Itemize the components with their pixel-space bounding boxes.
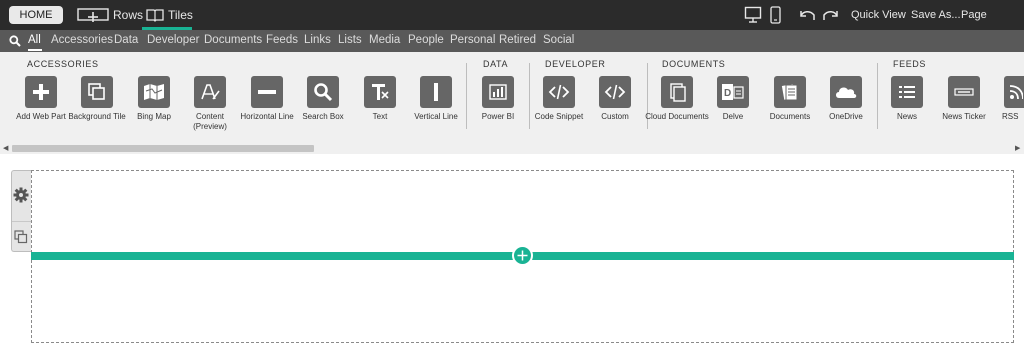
category-lists[interactable]: Lists: [338, 30, 362, 52]
page-settings-button[interactable]: Page Settings: [961, 0, 1024, 51]
tile-cloud-documents[interactable]: [661, 76, 693, 108]
tile-news-ticker[interactable]: [948, 76, 980, 108]
plus-icon: [517, 250, 528, 261]
group-title-accessories: ACCESSORIES: [27, 59, 99, 69]
tile-power-bi[interactable]: [482, 76, 514, 108]
category-bar: All Accessories Data Developer Documents…: [0, 30, 1024, 52]
tiles-mode-button[interactable]: Tiles: [146, 0, 193, 30]
tile-label-search-box: Search Box: [302, 112, 344, 121]
cloud-documents-icon: [670, 83, 686, 102]
tile-news[interactable]: [891, 76, 923, 108]
row-tools-divider: [12, 221, 31, 222]
cloud-icon: [836, 87, 857, 98]
tile-label-vertical-line: Vertical Line: [414, 112, 458, 121]
tile-code-snippet[interactable]: [543, 76, 575, 108]
tile-label-power-bi: Power BI: [481, 112, 515, 121]
news-ticker-icon: [954, 88, 974, 96]
tile-search-box[interactable]: [307, 76, 339, 108]
gear-icon[interactable]: [13, 187, 29, 203]
text-format-icon: [372, 84, 389, 100]
tile-bing-map[interactable]: [138, 76, 170, 108]
scroll-left-arrow-icon[interactable]: ◀: [3, 144, 8, 152]
active-category-indicator: [28, 49, 42, 51]
news-list-icon: [899, 86, 915, 98]
redo-icon[interactable]: [822, 6, 840, 24]
group-title-developer: DEVELOPER: [545, 59, 606, 69]
category-social[interactable]: Social: [543, 30, 574, 52]
tile-label-content-preview: Content (Preview): [193, 112, 227, 131]
gallery-scrollbar-thumb[interactable]: [12, 145, 314, 152]
search-icon[interactable]: [9, 35, 21, 47]
tile-label-horizontal-line: Horizontal Line: [240, 112, 294, 121]
group-title-documents: DOCUMENTS: [662, 59, 726, 69]
mobile-preview-icon[interactable]: [770, 6, 781, 24]
tile-label-news: News: [896, 112, 917, 121]
tile-rss[interactable]: [1004, 76, 1024, 108]
category-documents[interactable]: Documents: [204, 30, 262, 52]
tile-label-text: Text: [372, 112, 388, 121]
category-accessories[interactable]: Accessories: [51, 30, 113, 52]
tile-label-bing-map: Bing Map: [137, 112, 171, 121]
tile-label-background-tile: Background Tile: [68, 112, 126, 121]
save-as-button[interactable]: Save As...: [911, 0, 961, 30]
category-people[interactable]: People: [408, 30, 444, 52]
group-title-data: DATA: [483, 59, 509, 69]
desktop-preview-icon[interactable]: [744, 6, 762, 24]
tile-custom[interactable]: [599, 76, 631, 108]
category-developer[interactable]: Developer: [147, 30, 199, 52]
category-media[interactable]: Media: [369, 30, 400, 52]
vertical-line-icon: [434, 83, 438, 101]
undo-icon[interactable]: [798, 6, 816, 24]
tile-add-web-part[interactable]: [25, 76, 57, 108]
tile-content-preview[interactable]: [194, 76, 226, 108]
category-data[interactable]: Data: [114, 30, 138, 52]
content-editor-icon: [201, 84, 220, 100]
copy-icon[interactable]: [14, 230, 28, 244]
tile-label-news-ticker: News Ticker: [942, 112, 986, 121]
rss-icon: [1009, 85, 1023, 100]
tile-label-code-snippet: Code Snippet: [534, 112, 584, 121]
scroll-right-arrow-icon[interactable]: ▶: [1015, 144, 1020, 152]
tile-label-add-web-part: Add Web Part: [16, 112, 66, 121]
tile-onedrive[interactable]: [830, 76, 862, 108]
tiles-label: Tiles: [168, 8, 193, 22]
tile-horizontal-line[interactable]: [251, 76, 283, 108]
category-links[interactable]: Links: [304, 30, 331, 52]
tile-label-cloud-documents: Cloud Documents: [645, 112, 709, 121]
tile-text[interactable]: [364, 76, 396, 108]
tile-label-delve: Delve: [722, 112, 744, 121]
rows-label: Rows: [113, 8, 144, 22]
book-icon: [146, 9, 164, 22]
category-retired[interactable]: Retired: [499, 30, 536, 52]
category-feeds[interactable]: Feeds: [266, 30, 298, 52]
add-row-button[interactable]: [512, 245, 533, 266]
group-title-feeds: FEEDS: [893, 59, 927, 69]
code-icon: [548, 84, 570, 100]
search-icon: [314, 83, 333, 102]
tile-vertical-line[interactable]: [420, 76, 452, 108]
tile-label-rss: RSS: [1002, 112, 1019, 121]
horizontal-line-icon: [258, 90, 276, 94]
tile-documents[interactable]: [774, 76, 806, 108]
tile-label-onedrive: OneDrive: [829, 112, 863, 121]
category-personal[interactable]: Personal: [450, 30, 495, 52]
power-bi-icon: [489, 84, 507, 100]
plus-icon: [33, 84, 49, 100]
code-icon: [604, 84, 626, 100]
delve-icon: D: [722, 84, 744, 100]
map-icon: [144, 84, 164, 100]
documents-icon: [781, 84, 798, 101]
home-button[interactable]: HOME: [9, 6, 63, 24]
svg-text:D: D: [724, 88, 731, 99]
tile-label-custom: Custom: [601, 112, 629, 121]
tile-label-documents: Documents: [769, 112, 811, 121]
add-row-icon: [77, 8, 109, 22]
rows-mode-button[interactable]: Rows: [77, 0, 143, 30]
top-toolbar: HOME Rows Tiles Quick View Save As... Pa…: [0, 0, 1024, 51]
tile-background-tile[interactable]: [81, 76, 113, 108]
tile-delve[interactable]: D: [717, 76, 749, 108]
layers-icon: [88, 83, 105, 100]
quick-view-button[interactable]: Quick View: [851, 0, 906, 30]
